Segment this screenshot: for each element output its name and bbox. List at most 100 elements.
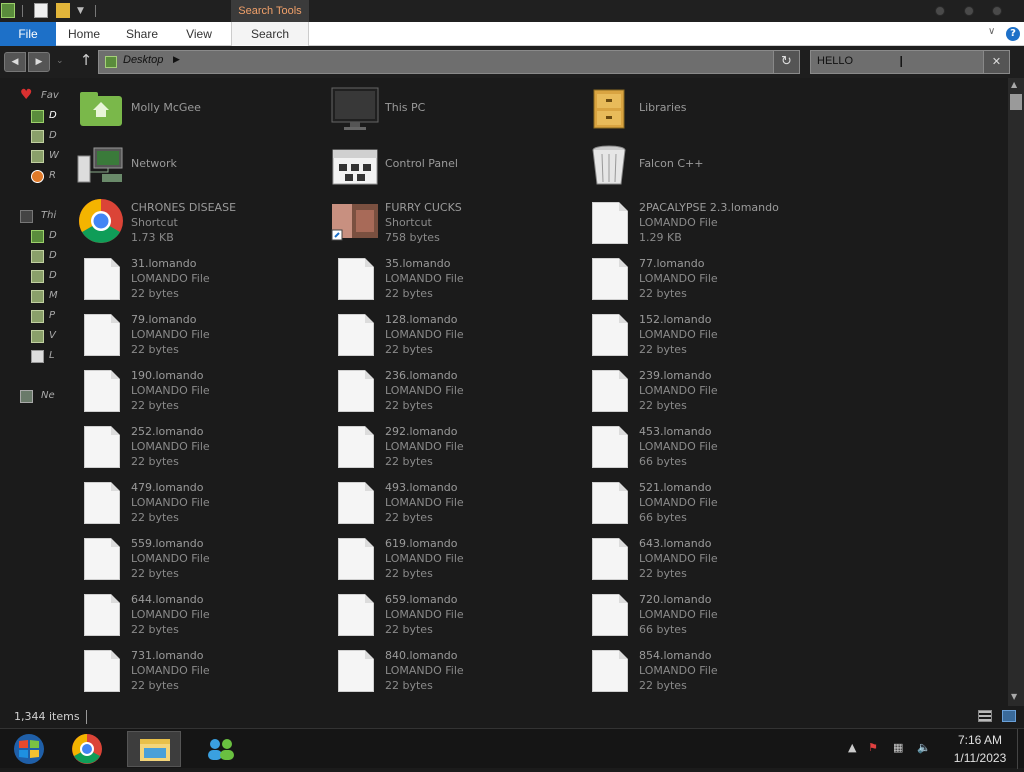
file-item[interactable]: 731.lomando LOMANDO File 22 bytes xyxy=(60,644,314,694)
file-item[interactable]: 31.lomando LOMANDO File 22 bytes xyxy=(60,252,314,302)
file-item[interactable]: 643.lomando LOMANDO File 22 bytes xyxy=(568,532,822,582)
favorites-heart-icon: ♥ xyxy=(20,87,33,103)
file-item[interactable]: 720.lomando LOMANDO File 66 bytes xyxy=(568,588,822,638)
nav-item-label: D xyxy=(49,230,57,241)
nav-item-downloads-pc[interactable]: D xyxy=(0,268,60,286)
tab-view[interactable]: View xyxy=(178,22,220,46)
forward-button[interactable]: ▶ xyxy=(28,52,50,72)
edit-icon[interactable] xyxy=(34,3,48,18)
file-item[interactable]: CHRONES DISEASE Shortcut 1.73 KB xyxy=(60,196,314,246)
scroll-up-icon[interactable]: ▲ xyxy=(1011,80,1017,89)
search-input[interactable]: HELLO I ✕ xyxy=(810,50,1010,74)
file-item[interactable]: 453.lomando LOMANDO File 66 bytes xyxy=(568,420,822,470)
show-hidden-icons-icon[interactable]: ▲ xyxy=(848,741,856,754)
address-bar[interactable]: Desktop ▶ ↻ xyxy=(98,50,800,74)
nav-item-music[interactable]: M xyxy=(0,288,60,306)
maximize-button[interactable] xyxy=(964,6,974,16)
clock-date[interactable]: 1/11/2023 xyxy=(940,751,1020,765)
nav-item-desktop[interactable]: D xyxy=(0,108,60,126)
back-button[interactable]: ◀ xyxy=(4,52,26,72)
file-item[interactable]: 619.lomando LOMANDO File 22 bytes xyxy=(314,532,568,582)
nav-item-videos[interactable]: V xyxy=(0,328,60,346)
file-item[interactable]: Control Panel xyxy=(314,140,568,190)
file-item[interactable]: FURRY CUCKS Shortcut 758 bytes xyxy=(314,196,568,246)
nav-network-label: Ne xyxy=(41,390,55,401)
details-view-icon[interactable] xyxy=(978,710,992,722)
recent-locations-icon[interactable]: ⌄ xyxy=(56,56,64,66)
file-item[interactable]: Libraries xyxy=(568,84,822,134)
scroll-down-icon[interactable]: ▼ xyxy=(1011,692,1017,701)
nav-item-recent[interactable]: R xyxy=(0,168,60,186)
file-name: 152.lomando xyxy=(639,313,712,326)
file-item[interactable]: 152.lomando LOMANDO File 22 bytes xyxy=(568,308,822,358)
close-button[interactable] xyxy=(992,6,1002,16)
file-type: LOMANDO File xyxy=(131,440,210,453)
file-item[interactable]: This PC xyxy=(314,84,568,134)
properties-icon[interactable] xyxy=(1,3,15,18)
clear-search-button[interactable]: ✕ xyxy=(983,51,1009,73)
file-item[interactable]: 77.lomando LOMANDO File 22 bytes xyxy=(568,252,822,302)
file-item[interactable]: 479.lomando LOMANDO File 22 bytes xyxy=(60,476,314,526)
file-item[interactable]: 35.lomando LOMANDO File 22 bytes xyxy=(314,252,568,302)
taskbar-explorer-button[interactable] xyxy=(127,731,181,767)
up-button[interactable]: ↑ xyxy=(78,51,94,69)
nav-item-desktop-pc[interactable]: D xyxy=(0,228,60,246)
file-item[interactable]: 236.lomando LOMANDO File 22 bytes xyxy=(314,364,568,414)
scrollbar-thumb[interactable] xyxy=(1010,94,1022,110)
file-item[interactable]: 2PACALYPSE 2.3.lomando LOMANDO File 1.29 K… xyxy=(568,196,822,246)
file-item[interactable]: 521.lomando LOMANDO File 66 bytes xyxy=(568,476,822,526)
nav-favorites[interactable]: ♥ Fav xyxy=(0,87,60,106)
refresh-button[interactable]: ↻ xyxy=(773,51,799,73)
file-item[interactable]: 190.lomando LOMANDO File 22 bytes xyxy=(60,364,314,414)
quick-access-dropdown-icon[interactable]: ▼ xyxy=(77,6,84,16)
file-item[interactable]: 559.lomando LOMANDO File 22 bytes xyxy=(60,532,314,582)
file-item[interactable]: 644.lomando LOMANDO File 22 bytes xyxy=(60,588,314,638)
taskbar: ▲ ⚑ ▦ 🔈 7:16 AM 1/11/2023 xyxy=(0,728,1024,769)
start-button[interactable] xyxy=(2,731,56,767)
volume-icon[interactable]: 🔈 xyxy=(917,741,931,754)
file-name: Molly McGee xyxy=(131,101,201,114)
file-item[interactable]: 659.lomando LOMANDO File 22 bytes xyxy=(314,588,568,638)
minimize-button[interactable] xyxy=(935,6,945,16)
taskbar-chrome-button[interactable] xyxy=(60,731,114,767)
file-item[interactable]: Falcon C++ xyxy=(568,140,822,190)
pictures-icon xyxy=(31,310,44,323)
nav-item-documents[interactable]: D xyxy=(0,248,60,266)
show-desktop-button[interactable] xyxy=(1017,729,1024,769)
nav-network[interactable]: Ne xyxy=(0,388,60,406)
recent-places-icon xyxy=(31,170,44,183)
tab-search[interactable]: Search xyxy=(231,22,309,46)
file-item[interactable]: 493.lomando LOMANDO File 22 bytes xyxy=(314,476,568,526)
nav-this-pc[interactable]: Thi xyxy=(0,208,60,226)
file-item[interactable]: 854.lomando LOMANDO File 22 bytes xyxy=(568,644,822,694)
help-icon[interactable]: ? xyxy=(1006,27,1020,41)
breadcrumb-desktop[interactable]: Desktop xyxy=(123,54,163,66)
file-item[interactable]: Network xyxy=(60,140,314,190)
expand-ribbon-icon[interactable]: ∨ xyxy=(988,26,995,37)
file-name: 659.lomando xyxy=(385,593,458,606)
action-center-flag-icon[interactable]: ⚑ xyxy=(868,741,878,754)
network-status-icon[interactable]: ▦ xyxy=(893,741,903,754)
search-query[interactable]: HELLO xyxy=(817,55,853,67)
file-item[interactable]: 252.lomando LOMANDO File 22 bytes xyxy=(60,420,314,470)
nav-item-pictures[interactable]: P xyxy=(0,308,60,326)
clock-time[interactable]: 7:16 AM xyxy=(940,733,1020,747)
tab-file[interactable]: File xyxy=(0,22,56,46)
tab-home[interactable]: Home xyxy=(58,22,110,46)
new-folder-icon[interactable] xyxy=(56,3,70,18)
file-item[interactable]: Molly McGee xyxy=(60,84,314,134)
file-item[interactable]: 79.lomando LOMANDO File 22 bytes xyxy=(60,308,314,358)
file-item[interactable]: 292.lomando LOMANDO File 22 bytes xyxy=(314,420,568,470)
nav-item-downloads[interactable]: D xyxy=(0,128,60,146)
vertical-scrollbar[interactable]: ▲ ▼ xyxy=(1008,78,1024,706)
file-item[interactable]: 128.lomando LOMANDO File 22 bytes xyxy=(314,308,568,358)
file-item[interactable]: 840.lomando LOMANDO File 22 bytes xyxy=(314,644,568,694)
file-item[interactable]: 239.lomando LOMANDO File 22 bytes xyxy=(568,364,822,414)
tab-share[interactable]: Share xyxy=(118,22,166,46)
taskbar-messenger-button[interactable] xyxy=(194,731,248,767)
nav-item-local-disk[interactable]: L xyxy=(0,348,60,366)
file-size: 22 bytes xyxy=(639,343,687,356)
nav-item-w[interactable]: W xyxy=(0,148,60,166)
large-icons-view-icon[interactable] xyxy=(1002,710,1016,722)
breadcrumb-arrow-icon[interactable]: ▶ xyxy=(173,55,180,65)
